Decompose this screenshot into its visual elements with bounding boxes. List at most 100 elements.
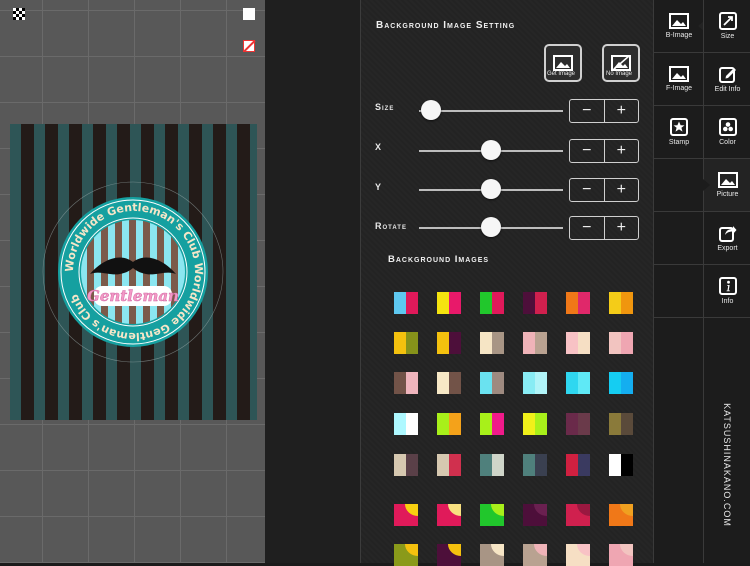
nav-picture-label: Picture: [716, 191, 739, 198]
background-swatch[interactable]: [480, 504, 504, 526]
badge-center-text: Gentleman: [87, 287, 179, 305]
no-color-icon[interactable]: [243, 39, 256, 52]
nav-export-label: Export: [717, 245, 738, 252]
star-icon: [670, 118, 688, 136]
nav-size-label: Size: [720, 33, 735, 40]
background-swatch[interactable]: [523, 332, 547, 354]
y-slider-knob[interactable]: [481, 179, 501, 199]
export-icon: [718, 226, 736, 242]
y-label: Y: [375, 182, 383, 192]
x-plus-button[interactable]: +: [605, 140, 639, 162]
background-swatch[interactable]: [609, 413, 633, 435]
transparency-toggle-icon[interactable]: [13, 8, 25, 20]
background-swatch[interactable]: [480, 413, 504, 435]
background-swatch[interactable]: [609, 292, 633, 314]
nav-size[interactable]: Size: [704, 0, 750, 53]
background-swatch[interactable]: [566, 504, 590, 526]
size-stepper: − +: [569, 99, 639, 123]
background-images-title: Background Images: [388, 254, 490, 265]
tab-f-image-label: F-Image: [665, 85, 693, 92]
tab-stamp[interactable]: Stamp: [654, 106, 704, 159]
background-image-panel: Background Image Setting Get Image No Im…: [360, 0, 654, 566]
background-swatch[interactable]: [523, 454, 547, 476]
tab-empty-2: [654, 212, 704, 265]
background-swatch[interactable]: [566, 292, 590, 314]
background-swatch[interactable]: [609, 332, 633, 354]
panel-title: Background Image Setting: [376, 20, 516, 31]
rotate-slider-knob[interactable]: [481, 217, 501, 237]
nav-info[interactable]: Info: [704, 265, 750, 318]
info-icon: [718, 277, 737, 295]
canvas-side-margin: [265, 0, 360, 563]
background-swatch[interactable]: [566, 372, 590, 394]
background-swatch[interactable]: [609, 372, 633, 394]
background-swatch[interactable]: [437, 413, 461, 435]
nav-picture[interactable]: Picture: [703, 159, 750, 212]
background-swatch[interactable]: [394, 504, 418, 526]
edit-icon: [718, 67, 736, 83]
size-minus-button[interactable]: −: [570, 100, 605, 122]
picture-icon: [717, 172, 738, 188]
y-stepper: − +: [569, 178, 639, 202]
tab-b-image[interactable]: B-Image: [654, 0, 705, 53]
background-swatch[interactable]: [480, 454, 504, 476]
background-swatch[interactable]: [480, 332, 504, 354]
tab-empty-3: [654, 265, 704, 318]
background-swatch[interactable]: [437, 292, 461, 314]
nav-info-label: Info: [721, 298, 734, 305]
background-swatch[interactable]: [566, 413, 590, 435]
image-icon: [669, 66, 689, 82]
background-swatch[interactable]: [523, 372, 547, 394]
nav-edit-info[interactable]: Edit Info: [704, 53, 750, 106]
tab-stamp-label: Stamp: [668, 139, 690, 146]
background-swatch[interactable]: [609, 454, 633, 476]
background-swatch[interactable]: [566, 332, 590, 354]
nav-color[interactable]: Color: [704, 106, 750, 159]
background-swatch[interactable]: [437, 454, 461, 476]
design-preview: Worldwide Gentleman's Club Worldwide Gen…: [10, 124, 257, 420]
x-minus-button[interactable]: −: [570, 140, 605, 162]
background-swatch[interactable]: [394, 332, 418, 354]
nav-edit-info-label: Edit Info: [714, 86, 741, 93]
background-swatch[interactable]: [523, 504, 547, 526]
x-stepper: − +: [569, 139, 639, 163]
background-swatch[interactable]: [437, 332, 461, 354]
rotate-minus-button[interactable]: −: [570, 217, 605, 239]
background-swatch[interactable]: [480, 292, 504, 314]
x-slider-knob[interactable]: [481, 140, 501, 160]
get-image-label: Get Image: [546, 71, 575, 77]
nav-export[interactable]: Export: [704, 212, 750, 265]
background-swatch[interactable]: [394, 454, 418, 476]
tab-f-image[interactable]: F-Image: [654, 53, 704, 106]
background-swatch[interactable]: [609, 504, 633, 526]
color-icon: [718, 118, 737, 136]
background-swatch[interactable]: [480, 372, 504, 394]
background-swatch[interactable]: [523, 292, 547, 314]
white-color-icon[interactable]: [243, 8, 255, 20]
background-swatch[interactable]: [394, 413, 418, 435]
website-vertical-text[interactable]: KATSUSHINAKANO.COM: [712, 400, 742, 530]
background-swatch[interactable]: [523, 413, 547, 435]
background-swatch[interactable]: [437, 504, 461, 526]
rotate-stepper: − +: [569, 216, 639, 240]
background-swatch[interactable]: [437, 372, 461, 394]
y-plus-button[interactable]: +: [605, 179, 639, 201]
design-canvas[interactable]: Worldwide Gentleman's Club Worldwide Gen…: [0, 0, 265, 563]
image-type-tabs: B-Image F-Image Stamp: [653, 0, 705, 563]
size-slider-track[interactable]: [419, 110, 563, 112]
no-image-icon: [611, 55, 631, 71]
background-swatch[interactable]: [566, 454, 590, 476]
tab-empty-1: [654, 159, 704, 212]
size-slider-knob[interactable]: [420, 100, 441, 120]
image-icon: [669, 13, 689, 29]
background-swatch[interactable]: [394, 372, 418, 394]
size-label: Size: [375, 102, 395, 112]
size-plus-button[interactable]: +: [605, 100, 639, 122]
background-swatch[interactable]: [394, 292, 418, 314]
nav-color-label: Color: [719, 139, 736, 146]
resize-icon: [718, 12, 737, 30]
x-label: X: [375, 142, 383, 152]
y-minus-button[interactable]: −: [570, 179, 605, 201]
rotate-plus-button[interactable]: +: [605, 217, 639, 239]
image-icon: [553, 55, 573, 71]
